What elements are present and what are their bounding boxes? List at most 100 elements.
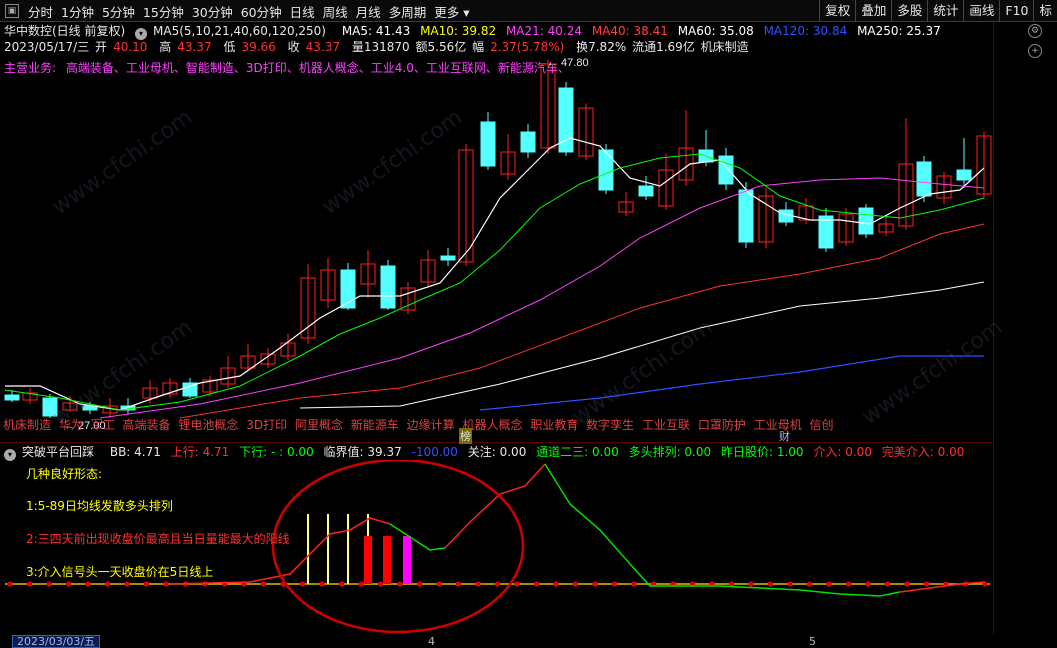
indicator-perfect: 完美介入: 0.00 bbox=[881, 445, 965, 459]
candle bbox=[678, 110, 694, 186]
finance-badge[interactable]: 财 bbox=[779, 428, 790, 444]
concept-tag[interactable]: 工业母机 bbox=[754, 418, 802, 432]
candle-body bbox=[718, 155, 734, 185]
candle bbox=[360, 250, 376, 298]
time-axis: 2023/03/03/五 4 5 bbox=[0, 634, 1057, 648]
candle-body bbox=[956, 169, 972, 181]
candle bbox=[598, 144, 614, 194]
concept-tag[interactable]: 新能源车 bbox=[351, 418, 399, 432]
month-tick: 5 bbox=[809, 635, 816, 648]
indicator-prev: 昨日股价: 1.00 bbox=[720, 445, 804, 459]
period-tab[interactable]: 多周期 bbox=[385, 2, 431, 21]
ma-settings[interactable]: ▾ MA5(5,10,21,40,60,120,250) bbox=[135, 24, 332, 40]
indicator-name[interactable]: ▾ 突破平台回踩 bbox=[4, 445, 100, 461]
ma-value: MA60: 35.08 bbox=[677, 24, 754, 38]
candle bbox=[300, 264, 316, 344]
candle bbox=[838, 208, 854, 246]
signal-dot bbox=[845, 581, 852, 587]
signal-dot bbox=[163, 581, 169, 587]
concept-tag[interactable]: 锂电池概念 bbox=[178, 418, 238, 432]
restore-button[interactable]: 复权 bbox=[819, 0, 855, 22]
signal-dot bbox=[46, 581, 52, 587]
candle bbox=[458, 144, 474, 266]
ma-settings-label: MA5(5,10,21,40,60,120,250) bbox=[153, 24, 326, 38]
period-tab[interactable]: 1分钟 bbox=[57, 2, 98, 21]
concept-tag[interactable]: 阿里概念 bbox=[295, 418, 343, 432]
concept-tag[interactable]: 职业教育 bbox=[530, 418, 578, 432]
signal-dot bbox=[338, 581, 345, 587]
period-tab[interactable]: 周线 bbox=[319, 2, 352, 21]
ma-value: MA10: 39.82 bbox=[420, 24, 497, 38]
signal-dot bbox=[143, 581, 150, 587]
candle-body bbox=[4, 394, 20, 401]
candle bbox=[758, 188, 774, 248]
candle bbox=[540, 60, 556, 154]
candle bbox=[420, 250, 436, 288]
ma-value: MA21: 40.24 bbox=[505, 24, 582, 38]
period-tab[interactable]: 15分钟 bbox=[139, 2, 188, 21]
candle-body bbox=[480, 121, 496, 167]
gear-icon[interactable]: ⚙ bbox=[1028, 24, 1042, 38]
period-tab[interactable]: 日线 bbox=[286, 2, 319, 21]
concept-tag[interactable]: 工业互联 bbox=[642, 418, 690, 432]
concept-tag[interactable]: 3D打印 bbox=[246, 418, 287, 432]
concept-tag[interactable]: 口罩防护 bbox=[698, 418, 746, 432]
concept-tag[interactable]: 机床制造 bbox=[3, 418, 51, 432]
candle-body bbox=[818, 215, 834, 249]
mark-button[interactable]: 标 bbox=[1033, 0, 1057, 22]
candle bbox=[240, 344, 256, 372]
candle bbox=[320, 258, 336, 308]
signal-dot bbox=[553, 581, 559, 587]
signal-dot bbox=[377, 581, 384, 587]
period-tab[interactable]: 分时 bbox=[24, 2, 57, 21]
concept-tag[interactable]: 高端装备 bbox=[123, 418, 171, 432]
indicator-bb: BB: 4.71 bbox=[109, 445, 161, 459]
more-menu[interactable]: 更多 ▾ bbox=[430, 2, 473, 21]
ranking-badge[interactable]: 榜 bbox=[459, 428, 472, 444]
indicator-down-line bbox=[544, 463, 901, 597]
candle bbox=[400, 282, 416, 314]
candle bbox=[578, 104, 594, 160]
indicator-chart bbox=[5, 460, 990, 634]
candle bbox=[878, 216, 894, 236]
concept-tag[interactable]: 军工 bbox=[91, 418, 115, 432]
indicator-bull: 多头排列: 0.00 bbox=[628, 445, 712, 459]
ma5-line bbox=[5, 137, 985, 411]
signal-dot bbox=[319, 581, 325, 587]
candle bbox=[898, 118, 914, 230]
signal-dot bbox=[923, 581, 930, 587]
period-tab[interactable]: 5分钟 bbox=[98, 2, 139, 21]
cursor-date: 2023/03/03/五 bbox=[12, 635, 101, 648]
highlight-circle bbox=[271, 460, 525, 634]
concept-tag[interactable]: 信创 bbox=[810, 418, 834, 432]
overlay-button[interactable]: 叠加 bbox=[855, 0, 891, 22]
period-tab[interactable]: 60分钟 bbox=[237, 2, 286, 21]
candle bbox=[956, 138, 972, 188]
multi-stock-button[interactable]: 多股 bbox=[891, 0, 927, 22]
indicator-up: 上行: 4.71 bbox=[170, 445, 230, 459]
signal-dot bbox=[416, 581, 423, 587]
period-tab[interactable]: 30分钟 bbox=[188, 2, 237, 21]
signal-dot bbox=[65, 581, 72, 587]
draw-line-button[interactable]: 画线 bbox=[963, 0, 999, 22]
signal-dot bbox=[85, 581, 91, 587]
stats-button[interactable]: 统计 bbox=[927, 0, 963, 22]
concept-tag[interactable]: 边缘计算 bbox=[407, 418, 455, 432]
candle bbox=[220, 356, 236, 388]
f10-button[interactable]: F10 bbox=[999, 0, 1033, 22]
indicator-focus: 关注: 0.00 bbox=[467, 445, 527, 459]
candle-body bbox=[380, 265, 396, 309]
signal-dot bbox=[124, 581, 130, 587]
plus-icon[interactable]: + bbox=[1028, 44, 1042, 58]
signal-dot bbox=[494, 581, 501, 587]
signal-dot bbox=[475, 581, 481, 587]
candle bbox=[976, 132, 992, 198]
menu-icon[interactable]: ▣ bbox=[5, 4, 19, 18]
signal-dot bbox=[514, 581, 520, 587]
signal-dot bbox=[455, 581, 462, 587]
ma-value: MA250: 25.37 bbox=[857, 24, 941, 38]
signal-dot bbox=[865, 581, 871, 587]
candle bbox=[718, 148, 734, 190]
period-tab[interactable]: 月线 bbox=[352, 2, 385, 21]
indicator-channel: 通道二三: 0.00 bbox=[536, 445, 619, 459]
